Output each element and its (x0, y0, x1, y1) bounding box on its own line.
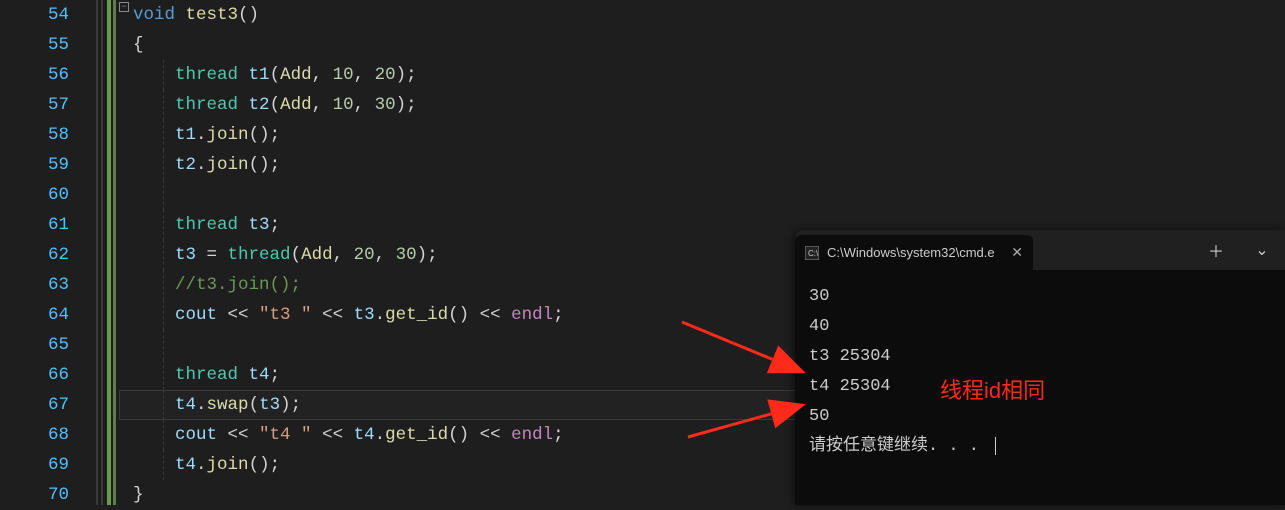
line-number: 66 (23, 360, 69, 390)
terminal-line: 请按任意键继续. . . (809, 432, 1271, 462)
code-line[interactable]: thread t2(Add, 10, 30); (133, 90, 1285, 120)
cmd-icon: C:\ (805, 246, 819, 260)
code-line[interactable]: void test3() (133, 0, 1285, 30)
terminal-tab-title: C:\Windows\system32\cmd.e (827, 245, 1003, 260)
new-tab-button[interactable]: ＋ (1193, 230, 1239, 270)
code-line[interactable]: t2.join(); (133, 150, 1285, 180)
terminal-window: C:\ C:\Windows\system32\cmd.e ✕ ＋ ⌄ 3040… (795, 230, 1285, 505)
line-number: 70 (23, 480, 69, 510)
tab-close-icon[interactable]: ✕ (1011, 244, 1023, 261)
line-number: 56 (23, 60, 69, 90)
annotation-text: 线程id相同 (940, 373, 1045, 405)
line-number: 65 (23, 330, 69, 360)
line-number: 59 (23, 150, 69, 180)
line-number: 58 (23, 120, 69, 150)
terminal-tab[interactable]: C:\ C:\Windows\system32\cmd.e ✕ (795, 235, 1033, 270)
terminal-cursor (995, 437, 996, 455)
line-number-gutter[interactable]: 5455565758596061626364656667686970 (23, 0, 91, 505)
terminal-line: 50 (809, 402, 1271, 432)
code-line[interactable]: t1.join(); (133, 120, 1285, 150)
line-number: 57 (23, 90, 69, 120)
terminal-output[interactable]: 3040t3 25304t4 2530450请按任意键继续. . . (795, 270, 1285, 474)
line-number: 60 (23, 180, 69, 210)
terminal-line: 40 (809, 312, 1271, 342)
terminal-line: 30 (809, 282, 1271, 312)
line-number: 67 (23, 390, 69, 420)
line-number: 55 (23, 30, 69, 60)
code-line[interactable]: thread t1(Add, 10, 20); (133, 60, 1285, 90)
code-line[interactable]: { (133, 30, 1285, 60)
fold-column[interactable]: − (91, 0, 119, 505)
line-number: 68 (23, 420, 69, 450)
line-number: 62 (23, 240, 69, 270)
svg-text:C:\: C:\ (808, 249, 819, 258)
breakpoint-margin[interactable] (0, 0, 23, 505)
line-number: 69 (23, 450, 69, 480)
terminal-controls: ＋ ⌄ (1193, 230, 1285, 270)
line-number: 64 (23, 300, 69, 330)
line-number: 61 (23, 210, 69, 240)
code-line[interactable] (133, 180, 1285, 210)
tab-dropdown-button[interactable]: ⌄ (1239, 230, 1285, 270)
terminal-line: t3 25304 (809, 342, 1271, 372)
terminal-titlebar[interactable]: C:\ C:\Windows\system32\cmd.e ✕ ＋ ⌄ (795, 230, 1285, 270)
line-number: 63 (23, 270, 69, 300)
line-number: 54 (23, 0, 69, 30)
